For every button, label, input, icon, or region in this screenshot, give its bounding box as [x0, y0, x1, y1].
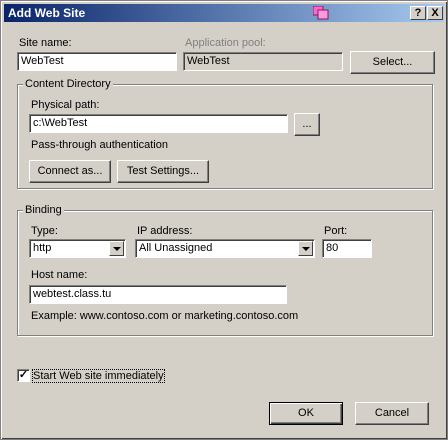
physical-path-label: Physical path:: [31, 99, 100, 111]
windows-icon: [313, 6, 329, 20]
ip-address-label: IP address:: [137, 225, 193, 237]
physical-path-input[interactable]: c:\WebTest: [29, 114, 288, 133]
help-button[interactable]: ?: [410, 6, 426, 20]
binding-title: Binding: [23, 204, 64, 216]
ip-address-value: All Unassigned: [139, 242, 213, 254]
type-value: http: [33, 242, 52, 254]
site-name-input[interactable]: WebTest: [17, 52, 177, 71]
port-label: Port:: [324, 225, 348, 237]
host-name-input[interactable]: webtest.class.tu: [29, 285, 287, 304]
add-web-site-dialog: Add Web Site ? X Site name: WebTest Appl…: [0, 0, 448, 440]
title-bar[interactable]: Add Web Site ? X: [4, 4, 444, 22]
host-name-example: Example: www.contoso.com or marketing.co…: [31, 310, 299, 322]
browse-button[interactable]: ...: [294, 113, 320, 136]
dialog-title: Add Web Site: [8, 6, 86, 20]
ip-address-select[interactable]: All Unassigned: [135, 239, 315, 258]
port-input[interactable]: 80: [322, 239, 372, 258]
ok-button[interactable]: OK: [269, 402, 343, 425]
type-select[interactable]: http: [29, 239, 126, 258]
pass-through-auth-text: Pass-through authentication: [31, 139, 168, 151]
cancel-button[interactable]: Cancel: [355, 402, 429, 425]
start-immediately-label[interactable]: Start Web site immediately: [32, 369, 165, 383]
close-button[interactable]: X: [427, 6, 443, 20]
site-name-label: Site name:: [19, 37, 72, 49]
type-label: Type:: [31, 225, 58, 237]
application-pool-label: Application pool:: [185, 37, 266, 49]
chevron-down-icon[interactable]: [109, 241, 124, 256]
host-name-label: Host name:: [31, 269, 88, 281]
start-immediately-checkbox[interactable]: ✓: [17, 369, 30, 382]
application-pool-field: WebTest: [183, 52, 343, 71]
connect-as-button[interactable]: Connect as...: [29, 160, 111, 183]
select-button[interactable]: Select...: [350, 51, 435, 74]
content-directory-title: Content Directory: [23, 78, 113, 90]
chevron-down-icon[interactable]: [298, 241, 313, 256]
test-settings-button[interactable]: Test Settings...: [117, 160, 209, 183]
